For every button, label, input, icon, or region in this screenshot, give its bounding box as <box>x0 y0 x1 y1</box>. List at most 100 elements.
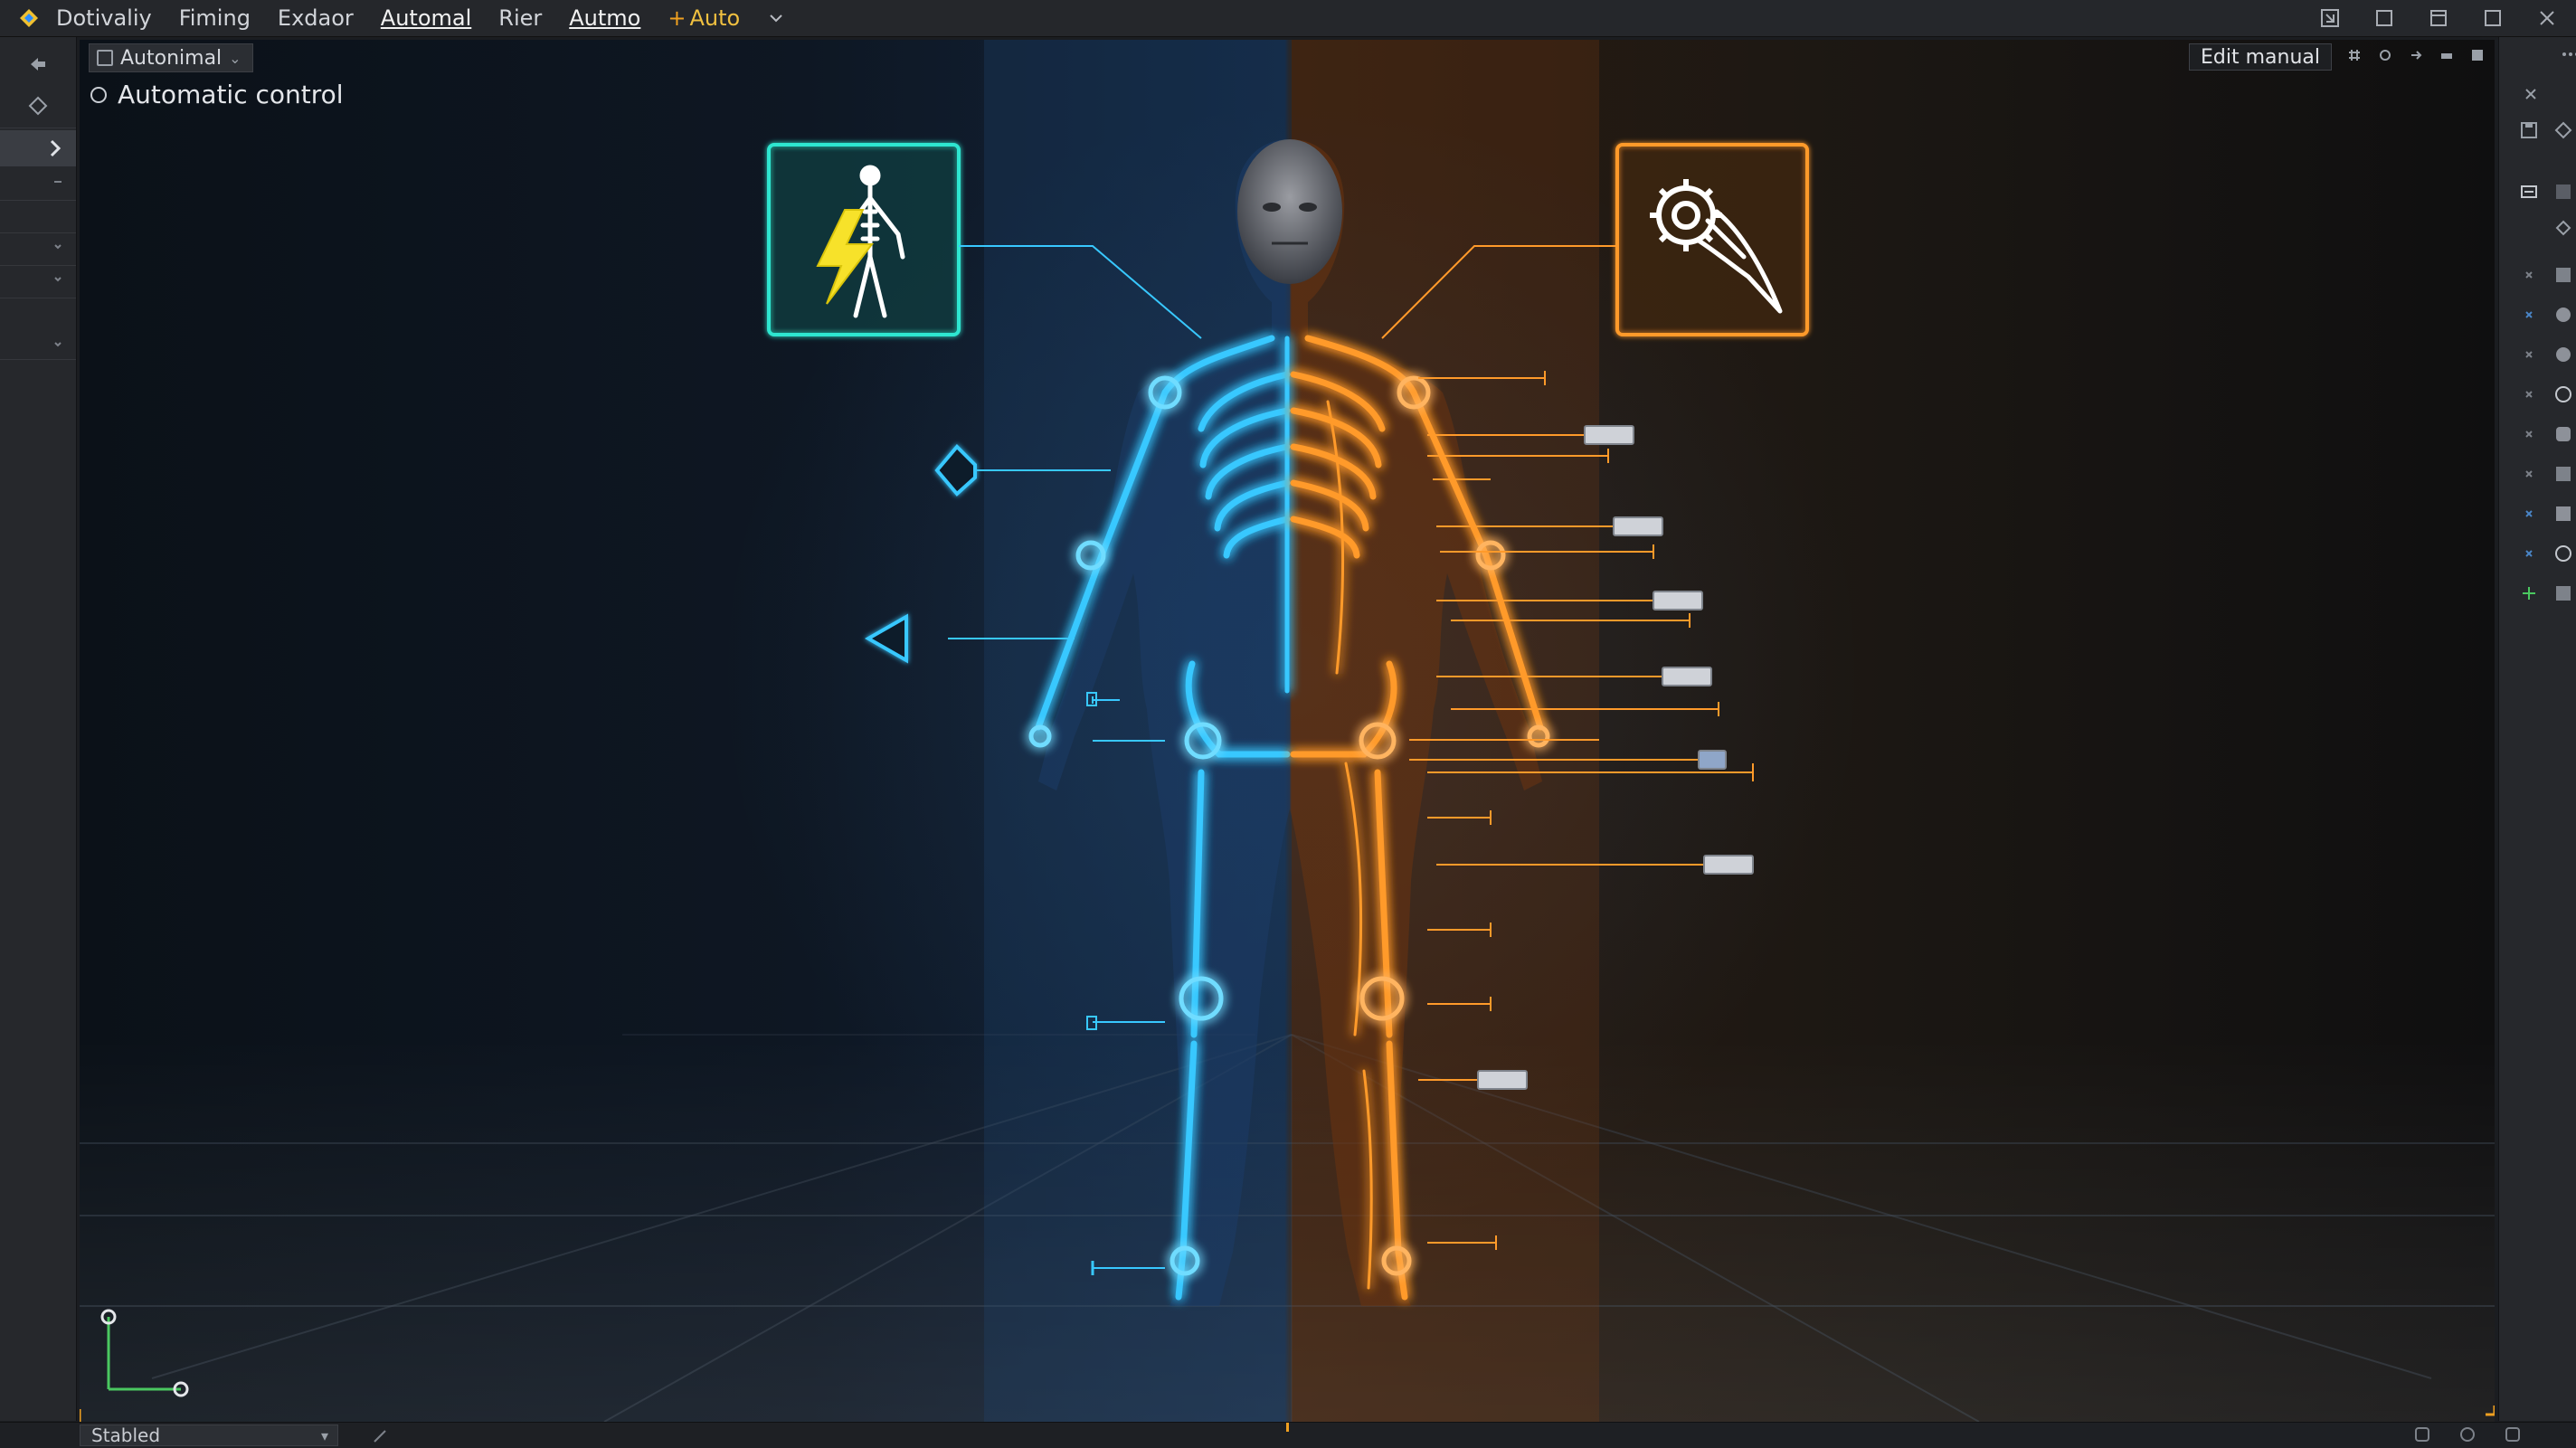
property-row-7-box-icon[interactable] <box>2553 504 2573 527</box>
property-row-5-icon[interactable] <box>2519 424 2539 448</box>
stop-icon[interactable] <box>2469 47 2486 67</box>
mode-indicator-label: Automatic control <box>118 80 344 109</box>
expand-button[interactable] <box>0 130 76 166</box>
head <box>1237 139 1342 284</box>
tool-button-2[interactable] <box>0 229 76 265</box>
slider-handle[interactable] <box>1703 855 1754 875</box>
slider-handle[interactable] <box>1584 425 1634 445</box>
slider-handle[interactable] <box>1698 750 1727 770</box>
right-eye <box>1299 203 1317 212</box>
checkbox-icon <box>97 50 113 66</box>
property-row-6-icon[interactable] <box>2519 464 2539 487</box>
menu-item-5[interactable]: Rier <box>498 5 542 31</box>
mode-indicator[interactable]: Automatic control <box>90 80 344 109</box>
property-row-2-circle-icon[interactable] <box>2553 305 2573 328</box>
status-circle-icon[interactable] <box>2413 1425 2431 1443</box>
frame-icon[interactable] <box>2519 182 2539 205</box>
grid-toggle-icon[interactable] <box>2346 47 2363 67</box>
mode-tab[interactable]: Autonimal ⌄ <box>89 43 253 72</box>
layer-icon[interactable] <box>2553 182 2573 205</box>
keyframe-icon[interactable] <box>2553 218 2573 241</box>
left-toolbar <box>0 37 77 1421</box>
property-row-8-icon[interactable] <box>2519 544 2539 567</box>
minimize-icon[interactable] <box>2439 47 2455 67</box>
menu-item-2[interactable]: Fiming <box>179 5 251 31</box>
left-eye <box>1263 203 1281 212</box>
chevron-right-icon <box>50 139 62 157</box>
menu-item-4[interactable]: Automal <box>381 5 471 31</box>
small-arrow-icon <box>54 181 62 183</box>
menu-item-1[interactable]: Dotivaliy <box>56 5 152 31</box>
select-tool-button[interactable] <box>0 46 76 82</box>
menu-bar: Dotivaliy Fiming Exdaor Automal Rier Aut… <box>0 0 2576 37</box>
manual-mode-card[interactable] <box>1615 143 1809 336</box>
tool-button-4[interactable] <box>0 327 76 363</box>
tool-button-1[interactable] <box>0 164 76 200</box>
property-row-3-circle-icon[interactable] <box>2553 345 2573 368</box>
viewport-toolbar: Edit manual <box>2189 43 2486 71</box>
diamond-icon <box>28 96 48 116</box>
small-chevron-icon <box>54 277 62 282</box>
link-icon[interactable] <box>2408 47 2424 67</box>
left-marker-diamond[interactable] <box>934 444 977 497</box>
3d-viewport[interactable]: Autonimal ⌄ Automatic control Edit manua… <box>80 40 2495 1422</box>
app-logo-icon[interactable] <box>18 7 40 29</box>
property-row-7-icon[interactable] <box>2519 504 2539 527</box>
maximize-icon[interactable] <box>2482 7 2504 29</box>
menu-item-3[interactable]: Exdaor <box>278 5 354 31</box>
status-icons <box>2413 1425 2522 1443</box>
menu-item-auto[interactable]: + Auto <box>668 5 740 31</box>
save-icon[interactable] <box>2519 120 2539 144</box>
property-row-9-box-icon[interactable] <box>2553 583 2573 607</box>
small-chevron-icon <box>54 342 62 347</box>
property-row-8-circle-icon[interactable] <box>2553 544 2573 567</box>
toolbar-divider <box>0 359 76 360</box>
slider-handle[interactable] <box>1653 591 1703 610</box>
arrow-tool-icon <box>31 58 45 71</box>
toolbar-divider <box>0 232 76 233</box>
diamond-small-icon[interactable] <box>2553 120 2573 144</box>
property-row-6-box-icon[interactable] <box>2553 464 2573 487</box>
property-row-2-icon[interactable] <box>2519 305 2539 328</box>
edit-manual-button[interactable]: Edit manual <box>2189 43 2332 71</box>
close-icon[interactable] <box>2536 7 2558 29</box>
chevron-down-icon[interactable] <box>767 9 785 27</box>
render-mode-dropdown[interactable]: Stabled ▾ <box>80 1424 338 1446</box>
add-icon[interactable] <box>2519 583 2539 607</box>
split-view-icon[interactable] <box>2428 7 2449 29</box>
property-row-4-icon[interactable] <box>2519 384 2539 408</box>
tool-button-3[interactable] <box>0 261 76 298</box>
window-controls <box>2319 0 2558 36</box>
panel-icon[interactable] <box>2373 7 2395 29</box>
pencil-icon[interactable] <box>371 1425 391 1445</box>
status-shield-icon[interactable] <box>2458 1425 2477 1443</box>
render-mode-value: Stabled <box>91 1424 161 1446</box>
small-chevron-icon <box>54 244 62 250</box>
property-row-1-box-icon[interactable] <box>2553 265 2573 289</box>
slider-handle[interactable] <box>1477 1070 1528 1090</box>
automatic-mode-card[interactable] <box>767 143 961 336</box>
property-row-4-circle-icon[interactable] <box>2553 384 2573 408</box>
layout-toggle-icon[interactable] <box>2319 7 2341 29</box>
slider-handle[interactable] <box>1662 667 1712 686</box>
property-row-3-icon[interactable] <box>2519 345 2539 368</box>
timeline-marker[interactable] <box>1286 1423 1289 1432</box>
left-marker-triangle[interactable] <box>864 613 908 664</box>
status-settings-icon[interactable] <box>2504 1425 2522 1443</box>
camera-icon[interactable] <box>2377 47 2393 67</box>
toolbar-divider <box>0 200 76 201</box>
pin-icon[interactable] <box>2521 84 2541 108</box>
more-options-icon[interactable] <box>2561 44 2576 68</box>
right-properties-panel <box>2498 37 2576 1421</box>
menu-item-auto-label: Auto <box>689 5 741 31</box>
chevron-down-icon: ▾ <box>320 1427 328 1444</box>
diamond-tool-button[interactable] <box>0 88 76 124</box>
toolbar-divider <box>0 265 76 266</box>
menu-item-6[interactable]: Autmo <box>569 5 640 31</box>
slider-handle[interactable] <box>1613 516 1663 536</box>
scene-canvas <box>80 40 2495 1422</box>
plus-icon: + <box>668 5 687 31</box>
property-row-5-box-icon[interactable] <box>2553 424 2573 448</box>
radio-icon <box>90 86 107 103</box>
property-row-1-icon[interactable] <box>2519 265 2539 289</box>
